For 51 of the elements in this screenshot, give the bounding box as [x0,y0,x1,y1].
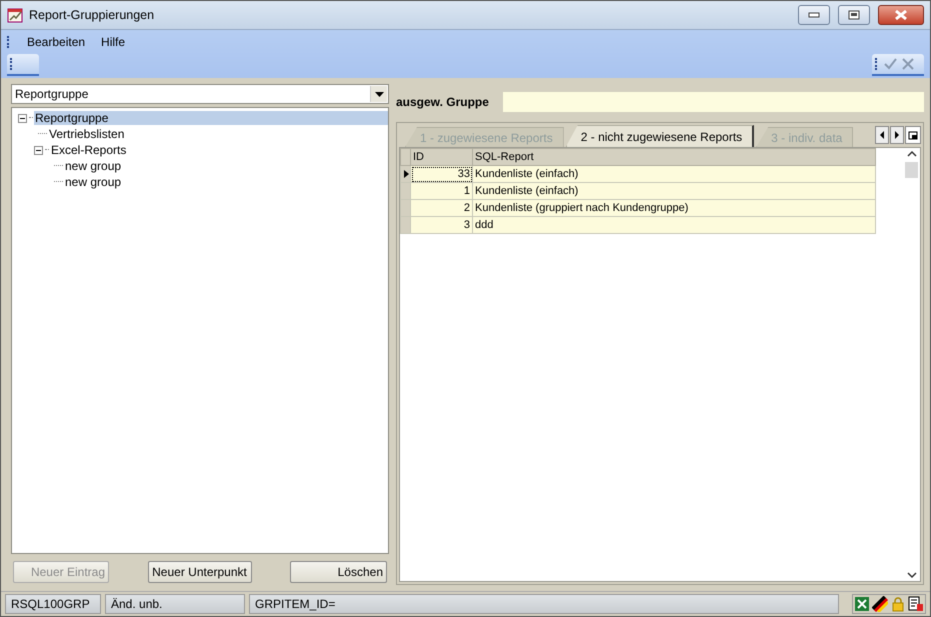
spreadsheet-icon[interactable] [854,596,870,612]
table-cell: Kundenliste (gruppiert nach Kundengruppe) [472,200,876,216]
document-icon[interactable] [908,596,924,612]
table-cell: 2 [410,200,472,216]
action-button[interactable]: Löschen [290,561,387,583]
grip-icon[interactable] [7,36,11,48]
window-list-button[interactable] [905,126,921,144]
check-icon[interactable] [883,57,897,71]
scroll-left-button[interactable] [875,126,889,144]
field-label: ausgew. Gruppe [396,95,489,109]
right-arrow-icon [895,131,899,139]
table-cell: Kundenliste (einfach) [472,182,876,200]
close-button[interactable] [878,5,924,25]
scroll-right-button[interactable] [890,126,904,144]
menu-item[interactable]: Hilfe [101,35,126,49]
dropdown-arrow-icon [374,92,384,96]
close-icon [894,9,908,21]
status-field: GRPITEM_ID= [249,594,839,614]
toolbar [7,54,39,76]
tree-item[interactable]: Reportgruppe [34,111,388,125]
left-arrow-icon [880,131,884,139]
window-title: Report-Gruppierungen [29,8,156,22]
status-field: Änd. unb. [105,594,245,614]
minimize-button[interactable] [798,5,830,25]
table-cell: ddd [472,216,876,234]
collapse-icon[interactable] [34,146,43,154]
menu-item[interactable]: Bearbeiten [27,35,86,49]
status-field: RSQL100GRP [5,594,101,614]
row-indicator[interactable] [400,166,410,182]
maximize-icon [848,10,860,20]
tab[interactable]: 2 - nicht zugewiesene Reports [566,125,754,147]
tree-item[interactable]: Excel-Reports [50,143,128,157]
input-field[interactable] [502,92,924,112]
collapse-icon[interactable] [18,114,27,122]
minimize-icon [808,12,820,18]
flag-icon[interactable] [872,596,888,612]
app-icon [7,7,23,23]
column-header[interactable]: ID [410,148,472,166]
action-button[interactable]: Neuer Unterpunkt [148,561,252,583]
group-dropdown[interactable]: Reportgruppe [11,84,389,104]
tree-item[interactable]: new group [64,159,122,173]
table-cell: 1 [410,182,472,200]
scroll-thumb[interactable] [905,162,918,178]
column-header[interactable]: SQL-Report [472,148,876,166]
window-icon [908,130,918,140]
table-cell: Kundenliste (einfach) [472,166,876,182]
tree-item[interactable]: Vertriebslisten [48,127,126,141]
maximize-button[interactable] [838,5,870,25]
table-cell: 3 [410,216,472,234]
tree-item[interactable]: new group [64,175,122,189]
table-cell: 33 [410,166,472,182]
